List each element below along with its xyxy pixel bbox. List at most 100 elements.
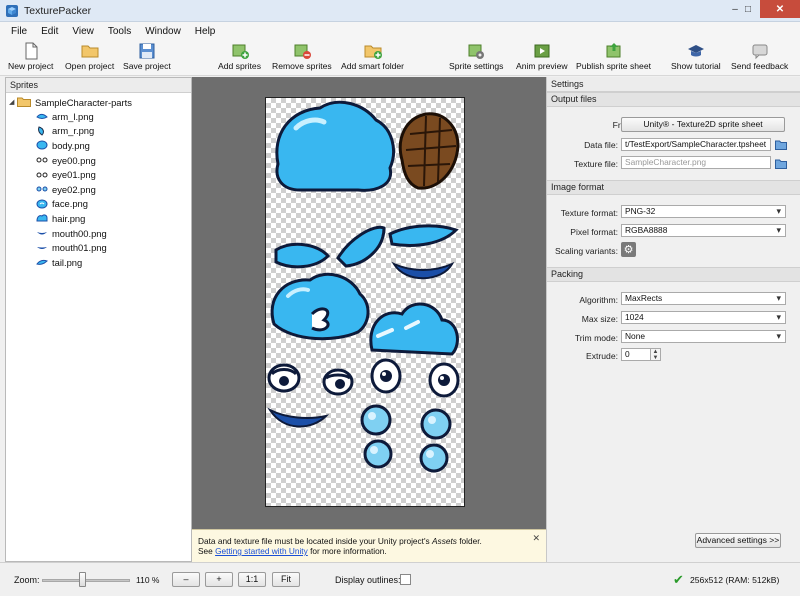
add-sprites-icon bbox=[232, 44, 249, 59]
data-file-field[interactable]: t/TestExport/SampleCharacter.tpsheet bbox=[621, 138, 771, 151]
send-feedback-label: Send feedback bbox=[731, 61, 789, 71]
algorithm-label: Algorithm: bbox=[579, 295, 618, 305]
display-outlines-checkbox[interactable] bbox=[400, 574, 411, 585]
anim-preview-icon bbox=[534, 44, 550, 58]
menu-edit[interactable]: Edit bbox=[34, 26, 65, 37]
hair-sprite bbox=[369, 302, 459, 356]
open-project-button[interactable]: Open project bbox=[65, 42, 114, 74]
extrude-stepper[interactable]: ▲ ▼ bbox=[651, 348, 661, 361]
zoom-slider-thumb[interactable] bbox=[78, 572, 86, 587]
sprite-item-eye02[interactable]: eye02.png bbox=[36, 182, 107, 197]
extrude-field[interactable]: 0 bbox=[621, 348, 651, 361]
new-project-label: New project bbox=[8, 61, 54, 71]
sprite-item-hair[interactable]: hair.png bbox=[36, 211, 107, 226]
sprite-sheet-preview[interactable] bbox=[265, 97, 465, 507]
show-tutorial-label: Show tutorial bbox=[671, 61, 721, 71]
arm-l-sprite bbox=[274, 242, 331, 269]
sprites-panel-header: Sprites bbox=[6, 78, 191, 93]
sprite-settings-button[interactable]: Sprite settings bbox=[449, 42, 503, 74]
remove-sprites-button[interactable]: Remove sprites bbox=[272, 42, 332, 74]
scaling-variants-label: Scaling variants: bbox=[554, 246, 618, 256]
sprite-item-label: eye02.png bbox=[52, 183, 96, 195]
sprite-item-mouth01[interactable]: mouth01.png bbox=[36, 240, 107, 255]
tree-expand-arrow-icon[interactable]: ◢ bbox=[9, 98, 17, 106]
add-sprites-button[interactable]: Add sprites bbox=[218, 42, 261, 74]
texture-file-folder-icon[interactable] bbox=[775, 159, 787, 169]
zoom-out-button[interactable]: – bbox=[172, 572, 200, 587]
info-text: Data and texture file must be located in… bbox=[198, 536, 433, 546]
zoom-1-1-button[interactable]: 1:1 bbox=[238, 572, 266, 587]
sprite-item-mouth00[interactable]: mouth00.png bbox=[36, 226, 107, 241]
sprite-item-label: arm_l.png bbox=[52, 110, 94, 122]
sprite-item-eye00[interactable]: eye00.png bbox=[36, 153, 107, 168]
remove-sprites-icon bbox=[294, 44, 311, 59]
sprite-item-tail[interactable]: tail.png bbox=[36, 255, 107, 270]
sprite-item-label: hair.png bbox=[52, 212, 86, 224]
advanced-settings-button[interactable]: Advanced settings >> bbox=[695, 533, 781, 548]
data-file-folder-icon[interactable] bbox=[775, 140, 787, 150]
scaling-variants-gear-icon[interactable]: ⚙ bbox=[621, 242, 636, 257]
packing-header: Packing bbox=[547, 267, 800, 282]
show-tutorial-button[interactable]: Show tutorial bbox=[671, 42, 721, 74]
menu-bar: File Edit View Tools Window Help bbox=[0, 22, 800, 40]
anim-preview-button[interactable]: Anim preview bbox=[516, 42, 568, 74]
info-text: for more information. bbox=[307, 546, 387, 556]
zoom-in-button[interactable]: + bbox=[205, 572, 233, 587]
sprite-sheet-image bbox=[267, 100, 460, 473]
zoom-fit-button[interactable]: Fit bbox=[272, 572, 300, 587]
texture-file-field[interactable]: SampleCharacter.png bbox=[621, 156, 771, 169]
zoom-label: Zoom: bbox=[14, 575, 40, 585]
menu-help[interactable]: Help bbox=[188, 26, 223, 37]
max-size-select[interactable]: 1024 bbox=[621, 311, 786, 324]
save-disk-icon bbox=[139, 43, 155, 59]
sprite-item-arm-l[interactable]: arm_l.png bbox=[36, 109, 107, 124]
settings-header: Settings bbox=[547, 77, 800, 92]
texture-file-label: Texture file: bbox=[574, 159, 618, 169]
face-thumb-icon bbox=[36, 199, 48, 209]
unity-info-bar: Data and texture file must be located in… bbox=[192, 529, 546, 562]
sprite-item-eye01[interactable]: eye01.png bbox=[36, 167, 107, 182]
menu-view[interactable]: View bbox=[65, 26, 101, 37]
max-size-label: Max size: bbox=[581, 314, 618, 324]
sprite-item-arm-r[interactable]: arm_r.png bbox=[36, 124, 107, 139]
sprite-item-label: body.png bbox=[52, 139, 90, 151]
publish-icon bbox=[606, 43, 620, 58]
menu-file[interactable]: File bbox=[4, 26, 34, 37]
sprite-item-face[interactable]: face.png bbox=[36, 197, 107, 212]
new-project-button[interactable]: New project bbox=[8, 42, 53, 74]
publish-sprite-sheet-button[interactable]: Publish sprite sheet bbox=[576, 42, 651, 74]
info-close-icon[interactable]: ✕ bbox=[532, 533, 540, 543]
menu-window[interactable]: Window bbox=[138, 26, 188, 37]
maximize-button[interactable]: □ bbox=[735, 0, 761, 18]
sprite-folder-label: SampleCharacter-parts bbox=[35, 96, 132, 108]
eye-thumb-icon bbox=[36, 157, 48, 163]
getting-started-unity-link[interactable]: Getting started with Unity bbox=[215, 546, 308, 556]
save-project-label: Save project bbox=[123, 61, 171, 71]
info-line-2: See Getting started with Unity for more … bbox=[198, 546, 540, 556]
save-project-button[interactable]: Save project bbox=[123, 42, 171, 74]
mouth01-sprite bbox=[267, 407, 330, 428]
sprites-panel: Sprites ◢ SampleCharacter-parts arm_l.pn… bbox=[5, 77, 192, 562]
send-feedback-button[interactable]: Send feedback bbox=[731, 42, 788, 74]
algorithm-select[interactable]: MaxRects bbox=[621, 292, 786, 305]
sprite-item-label: eye00.png bbox=[52, 154, 96, 166]
status-bar: Zoom: 110 % – + 1:1 Fit Display outlines… bbox=[0, 562, 800, 596]
pixel-format-select[interactable]: RGBA8888 bbox=[621, 224, 786, 237]
sprite-folder-root[interactable]: ◢ SampleCharacter-parts bbox=[9, 95, 132, 109]
info-line-1: Data and texture file must be located in… bbox=[198, 536, 540, 546]
texture-format-select[interactable]: PNG-32 bbox=[621, 205, 786, 218]
settings-panel: Settings Output files Framework: Unity® … bbox=[546, 77, 800, 562]
sprite-item-label: face.png bbox=[52, 198, 88, 210]
add-smart-folder-button[interactable]: Add smart folder bbox=[341, 42, 404, 74]
arm-r-sprite bbox=[336, 225, 386, 268]
add-smart-folder-icon bbox=[364, 45, 382, 59]
framework-button[interactable]: Unity® - Texture2D sprite sheet bbox=[621, 117, 785, 132]
menu-tools[interactable]: Tools bbox=[101, 26, 138, 37]
close-button[interactable]: ✕ bbox=[760, 0, 800, 18]
texture-format-label: Texture format: bbox=[560, 208, 618, 218]
sprite-item-body[interactable]: body.png bbox=[36, 138, 107, 153]
zoom-slider-track[interactable] bbox=[42, 579, 130, 582]
trim-mode-select[interactable]: None bbox=[621, 330, 786, 343]
mouth-thumb-icon bbox=[37, 232, 47, 235]
new-file-icon bbox=[25, 42, 38, 60]
